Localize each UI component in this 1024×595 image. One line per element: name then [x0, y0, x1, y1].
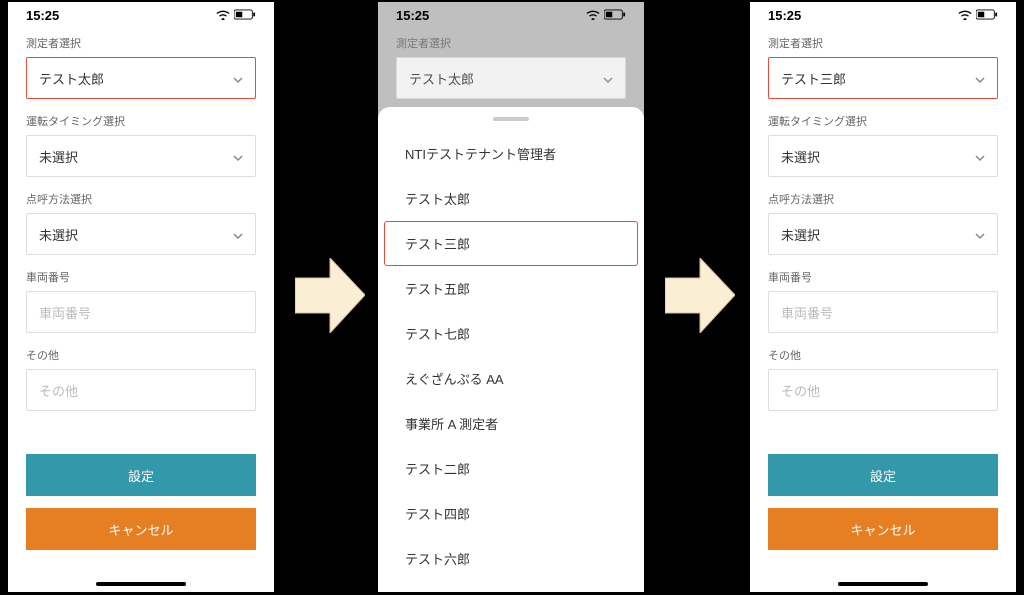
method-label: 点呼方法選択 — [26, 191, 256, 207]
vehicle-input[interactable]: 車両番号 — [768, 291, 998, 333]
picker-option[interactable]: テスト五郎 — [384, 266, 638, 311]
timing-value: 未選択 — [39, 147, 78, 166]
measurer-value: テスト三郎 — [781, 69, 846, 88]
timing-label: 運転タイミング選択 — [768, 113, 998, 129]
picker-option[interactable]: テスト八郎 — [384, 581, 638, 592]
vehicle-label: 車両番号 — [768, 269, 998, 285]
chevron-down-icon — [233, 73, 243, 83]
other-placeholder: その他 — [781, 381, 820, 400]
set-button[interactable]: 設定 — [26, 454, 256, 496]
status-time: 15:25 — [768, 8, 801, 23]
other-placeholder: その他 — [39, 381, 78, 400]
other-label: その他 — [26, 347, 256, 363]
arrow-icon — [665, 258, 735, 333]
method-label: 点呼方法選択 — [768, 191, 998, 207]
status-bar: 15:25 — [750, 2, 1016, 25]
status-icons — [954, 8, 998, 23]
picker-option[interactable]: テスト二郎 — [384, 446, 638, 491]
battery-icon — [234, 8, 256, 23]
picker-option[interactable]: テスト六郎 — [384, 536, 638, 581]
phone-screen-3: 15:25 測定者選択 テスト三郎 運転タイミング選択 未選択 点呼方法選択 未… — [750, 2, 1016, 592]
picker-option[interactable]: テスト太郎 — [384, 176, 638, 221]
picker-sheet: NTIテストテナント管理者 テスト太郎 テスト三郎 テスト五郎 テスト七郎 えぐ… — [378, 107, 644, 592]
picker-option[interactable]: 事業所 A 測定者 — [384, 401, 638, 446]
vehicle-placeholder: 車両番号 — [39, 303, 91, 322]
picker-option[interactable]: テスト四郎 — [384, 491, 638, 536]
vehicle-placeholder: 車両番号 — [781, 303, 833, 322]
timing-value: 未選択 — [781, 147, 820, 166]
home-indicator[interactable] — [96, 582, 186, 586]
status-icons — [212, 8, 256, 23]
chevron-down-icon — [975, 73, 985, 83]
measurer-select: テスト太郎 — [396, 57, 626, 99]
timing-label: 運転タイミング選択 — [26, 113, 256, 129]
vehicle-label: 車両番号 — [26, 269, 256, 285]
measurer-label: 測定者選択 — [768, 35, 998, 51]
picker-option[interactable]: えぐざんぷる AA — [384, 356, 638, 401]
measurer-select[interactable]: テスト三郎 — [768, 57, 998, 99]
timing-select[interactable]: 未選択 — [26, 135, 256, 177]
wifi-icon — [216, 8, 230, 23]
other-input[interactable]: その他 — [768, 369, 998, 411]
other-input[interactable]: その他 — [26, 369, 256, 411]
measurer-select[interactable]: テスト太郎 — [26, 57, 256, 99]
cancel-button[interactable]: キャンセル — [768, 508, 998, 550]
measurer-value: テスト太郎 — [409, 69, 474, 88]
chevron-down-icon — [233, 151, 243, 161]
method-select[interactable]: 未選択 — [768, 213, 998, 255]
chevron-down-icon — [975, 151, 985, 161]
method-value: 未選択 — [781, 225, 820, 244]
home-indicator[interactable] — [838, 582, 928, 586]
sheet-grabber[interactable] — [493, 117, 529, 121]
timing-select[interactable]: 未選択 — [768, 135, 998, 177]
chevron-down-icon — [975, 229, 985, 239]
measurer-value: テスト太郎 — [39, 69, 104, 88]
cancel-button[interactable]: キャンセル — [26, 508, 256, 550]
measurer-label: 測定者選択 — [26, 35, 256, 51]
arrow-icon — [295, 258, 365, 333]
method-value: 未選択 — [39, 225, 78, 244]
phone-screen-2: 15:25 測定者選択 テスト太郎 NTIテストテナント管理者 テスト太郎 テス… — [378, 2, 644, 592]
status-time: 15:25 — [26, 8, 59, 23]
battery-icon — [976, 8, 998, 23]
set-button[interactable]: 設定 — [768, 454, 998, 496]
vehicle-input[interactable]: 車両番号 — [26, 291, 256, 333]
picker-option[interactable]: テスト七郎 — [384, 311, 638, 356]
chevron-down-icon — [603, 73, 613, 83]
method-select[interactable]: 未選択 — [26, 213, 256, 255]
other-label: その他 — [768, 347, 998, 363]
measurer-label: 測定者選択 — [396, 35, 626, 51]
picker-option[interactable]: テスト三郎 — [384, 221, 638, 266]
picker-option[interactable]: NTIテストテナント管理者 — [384, 131, 638, 176]
status-bar: 15:25 — [8, 2, 274, 25]
chevron-down-icon — [233, 229, 243, 239]
wifi-icon — [958, 8, 972, 23]
phone-screen-1: 15:25 測定者選択 テスト太郎 運転タイミング選択 未選択 点呼方法選択 未… — [8, 2, 274, 592]
